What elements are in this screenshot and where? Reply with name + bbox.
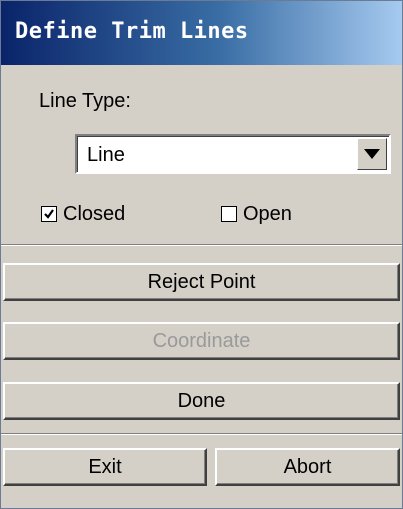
coordinate-button[interactable]: Coordinate xyxy=(3,322,400,360)
reject-point-button[interactable]: Reject Point xyxy=(3,263,400,301)
separator xyxy=(1,244,402,246)
line-type-selected-value: Line xyxy=(87,144,125,166)
triangle-down-icon xyxy=(364,149,380,159)
separator xyxy=(1,433,402,435)
define-trim-lines-dialog: Define Trim Lines Line Type: Line Closed… xyxy=(0,0,403,509)
open-option[interactable]: Open xyxy=(221,203,321,227)
closed-label: Closed xyxy=(63,203,126,225)
open-checkbox[interactable] xyxy=(221,206,237,222)
open-label: Open xyxy=(243,203,292,225)
exit-button[interactable]: Exit xyxy=(3,448,207,486)
title-bar[interactable]: Define Trim Lines xyxy=(1,1,402,65)
checkmark-icon xyxy=(44,209,54,219)
done-button[interactable]: Done xyxy=(3,382,400,420)
dropdown-arrow-button[interactable] xyxy=(357,138,387,170)
closed-option[interactable]: Closed xyxy=(41,203,161,227)
line-type-label: Line Type: xyxy=(39,90,131,112)
abort-button[interactable]: Abort xyxy=(215,448,400,486)
closed-checkbox[interactable] xyxy=(41,206,57,222)
dialog-title: Define Trim Lines xyxy=(15,19,249,44)
line-type-select[interactable]: Line xyxy=(75,134,391,174)
